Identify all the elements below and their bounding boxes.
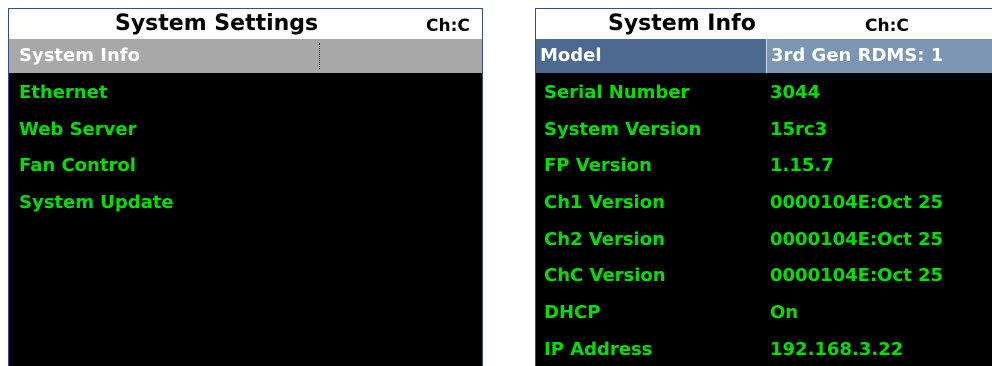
info-row-ch2-version: Ch2 Version 0000104E:Oct 25	[536, 223, 992, 257]
info-row-ip-address: IP Address 192.168.3.22	[536, 333, 992, 366]
panel-title: System Info	[608, 11, 756, 36]
menu-item-label: Fan Control	[19, 155, 136, 176]
info-value: On	[770, 302, 799, 323]
menu-item-system-update[interactable]: System Update	[9, 186, 482, 220]
info-row-chc-version: ChC Version 0000104E:Oct 25	[536, 259, 992, 293]
info-row-system-version: System Version 15rc3	[536, 113, 992, 147]
info-key: Model	[540, 45, 602, 66]
channel-indicator: Ch:C	[865, 16, 909, 36]
info-value: 0000104E:Oct 25	[770, 265, 944, 286]
channel-indicator: Ch:C	[426, 16, 470, 36]
info-row-dhcp: DHCP On	[536, 296, 992, 330]
menu-item-label: System Update	[19, 192, 174, 213]
menu-item-ethernet[interactable]: Ethernet	[9, 76, 482, 110]
info-value: 0000104E:Oct 25	[770, 229, 944, 250]
info-key: Serial Number	[544, 82, 690, 103]
info-row-fp-version: FP Version 1.15.7	[536, 149, 992, 183]
menu-item-label: System Info	[19, 45, 140, 66]
info-key: FP Version	[544, 155, 652, 176]
menu-item-label: Web Server	[19, 119, 137, 140]
panel-title: System Settings	[115, 11, 319, 36]
menu-item-label: Ethernet	[19, 82, 108, 103]
info-row-model[interactable]: Model 3rd Gen RDMS: 1	[536, 39, 992, 73]
info-key: Ch1 Version	[544, 192, 665, 213]
title-bar: System Settings Ch:C	[9, 9, 482, 39]
selection-divider	[319, 43, 320, 69]
info-key: ChC Version	[544, 265, 666, 286]
info-value: 3044	[770, 82, 821, 103]
info-row-ch1-version: Ch1 Version 0000104E:Oct 25	[536, 186, 992, 220]
menu-item-system-info[interactable]: System Info	[9, 39, 482, 73]
info-value: 3rd Gen RDMS: 1	[766, 39, 992, 73]
system-info-panel: System Info Ch:C Model 3rd Gen RDMS: 1 S…	[535, 8, 992, 366]
info-key: IP Address	[544, 339, 653, 360]
title-bar: System Info Ch:C	[536, 9, 992, 39]
system-settings-panel: System Settings Ch:C System Info Etherne…	[8, 8, 483, 366]
info-value: 1.15.7	[770, 155, 834, 176]
menu-item-web-server[interactable]: Web Server	[9, 113, 482, 147]
info-value: 192.168.3.22	[770, 339, 904, 360]
info-key: System Version	[544, 119, 702, 140]
info-value: 0000104E:Oct 25	[770, 192, 944, 213]
info-value: 15rc3	[770, 119, 828, 140]
info-row-serial-number: Serial Number 3044	[536, 76, 992, 110]
info-key: DHCP	[544, 302, 601, 323]
info-key: Ch2 Version	[544, 229, 665, 250]
menu-item-fan-control[interactable]: Fan Control	[9, 149, 482, 183]
